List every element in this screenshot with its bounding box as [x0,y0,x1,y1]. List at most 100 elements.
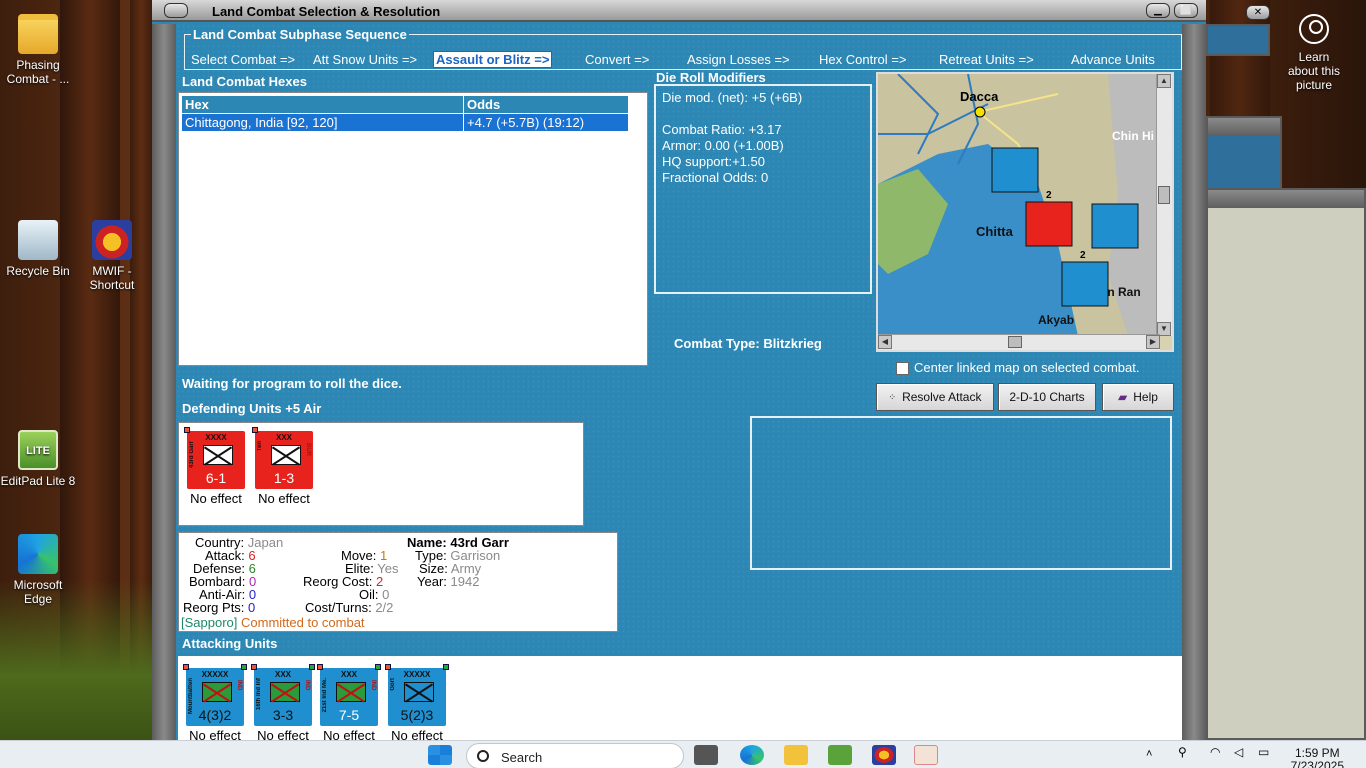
taskbar-search[interactable]: Search [466,743,684,768]
column-header-odds[interactable]: Odds [463,95,629,114]
hexes-table-box: Hex Odds Chittagong, India [92, 120] +4.… [178,92,648,366]
map-label-akyab: Akyab [1038,313,1074,327]
desktop-icon-label: MWIF - Shortcut [89,264,135,292]
unit-name: 43rd Garr [189,441,195,469]
battery-icon[interactable]: ▭ [1258,745,1276,765]
taskbar-clock[interactable]: 1:59 PM 7/23/2025 [1291,747,1344,768]
wifi-icon[interactable]: ◠ [1210,745,1228,765]
vertical-scroll-thumb[interactable] [1158,186,1170,204]
learn-about-picture[interactable]: Learn about this picture [1282,14,1346,92]
system-menu-button[interactable] [164,3,188,18]
column-header-hex[interactable]: Hex [181,95,464,114]
scroll-right-arrow-icon[interactable]: ▶ [1146,335,1160,349]
unit-value: 5(2)3 [400,707,434,723]
stack-count: 2 [1080,250,1086,261]
map-counter-attacker[interactable] [1091,203,1139,249]
attacking-unit-counter[interactable]: XXX 16th Ind Inf IND 3-3 [251,664,315,726]
scroll-up-arrow-icon[interactable]: ▲ [1157,74,1171,88]
close-button[interactable]: ✕ [1246,5,1270,20]
desktop-icon-editpad[interactable]: LITE EditPad Lite 8 [0,430,76,488]
unit-name: Gort [390,678,396,691]
unit-value: 3-3 [272,707,294,723]
chevron-up-icon[interactable]: ˄ [1146,745,1162,765]
maximize-button[interactable]: ⬜ [1174,3,1198,18]
resolve-attack-label: Resolve Attack [902,390,982,404]
defending-units-box: XXXX 43rd Garr 6-1 No effect XXX Ten BUR… [178,422,584,526]
volume-icon[interactable]: ◁ [1234,745,1252,765]
attacking-unit-counter[interactable]: XXXXX Mountbatten IND 4(3)2 [183,664,247,726]
attacking-title: Attacking Units [182,636,278,651]
attacking-unit-counter[interactable]: XXXXX Gort 5(2)3 [385,664,449,726]
edge-icon[interactable] [740,745,764,765]
background-window-titlebar[interactable] [1208,118,1280,136]
resolve-attack-button[interactable]: ⁘ Resolve Attack [876,383,994,411]
help-button[interactable]: ▰ Help [1102,383,1174,411]
hex-cell[interactable]: Chittagong, India [92, 120] [181,113,464,132]
file-explorer-icon[interactable] [784,745,808,765]
unit-size: XXXXX [201,670,229,679]
unit-effect: No effect [189,728,241,740]
info-year: Year: 1942 [417,575,479,588]
unit-nationality: IND [304,680,310,691]
network-icon[interactable]: ⚲ [1178,745,1196,765]
desktop-icon-label: Microsoft Edge [13,578,63,606]
table-row[interactable]: Chittagong, India [92, 120] +4.7 (+5.7B)… [181,113,629,132]
taskbar: Search ˄ ⚲ ◠ ◁ ▭ 1:59 PM 7/23/2025 [0,740,1366,768]
unit-effect: No effect [258,491,310,506]
editpad-icon-badge: LITE [26,445,50,457]
city-marker[interactable] [974,106,986,118]
sequence-step-assault-blitz: Assault or Blitz => [433,51,553,68]
mwif-icon[interactable] [872,745,896,765]
unit-value: 7-5 [338,707,360,723]
close-icon: ✕ [1253,7,1263,18]
map-counter-attacker[interactable] [1061,261,1109,307]
window-titlebar[interactable]: Land Combat Selection & Resolution ▁ ⬜ [152,0,1206,22]
snipping-tool-icon[interactable] [914,745,938,765]
map-vertical-scrollbar[interactable]: ▲ ▼ [1156,74,1172,336]
stack-count: 2 [1046,190,1052,201]
charts-button[interactable]: 2-D-10 Charts [998,383,1096,411]
info-cost-turns: Cost/Turns: 2/2 [305,601,393,614]
start-windows-icon[interactable] [428,745,452,765]
scroll-left-arrow-icon[interactable]: ◀ [878,335,892,349]
search-icon [477,750,489,762]
modifiers-title: Die Roll Modifiers [656,70,766,85]
desktop-icon-phasing-combat[interactable]: Phasing Combat - ... [0,14,76,86]
modifier-spacer [662,106,864,122]
map-counter-attacker[interactable] [991,147,1039,193]
modifier-line: Armor: 0.00 (+1.00B) [662,138,784,153]
background-window[interactable] [1206,24,1270,56]
horizontal-scroll-thumb[interactable] [1008,336,1022,348]
odds-cell[interactable]: +4.7 (+5.7B) (19:12) [463,113,629,132]
sequence-step-hex-control: Hex Control => [819,52,907,67]
editpad-icon: LITE [18,430,58,470]
center-linked-checkbox[interactable] [896,362,909,375]
defending-unit-counter[interactable]: XXX Ten BUR 1-3 [252,427,313,489]
unit-effect: No effect [391,728,443,740]
unit-value: 4(3)2 [198,707,232,723]
editpad-icon[interactable] [828,745,852,765]
desktop-icon-edge[interactable]: Microsoft Edge [0,534,76,606]
subphase-sequence-title: Land Combat Subphase Sequence [191,27,409,42]
hexes-title: Land Combat Hexes [182,74,307,89]
desktop-icon-recycle-bin[interactable]: Recycle Bin [0,220,76,278]
unit-effect: No effect [323,728,375,740]
map-canvas[interactable]: Dacca Chin Hi Chitta kan Ran Akyab 2 2 [878,74,1160,336]
sequence-step-advance: Advance Units [1071,52,1155,67]
window-frame-right [1182,24,1206,740]
background-window-titlebar[interactable] [1208,190,1364,208]
map-horizontal-scrollbar[interactable]: ◀ ▶ [878,334,1160,350]
defending-unit-counter[interactable]: XXXX 43rd Garr 6-1 [184,427,245,489]
recycle-bin-icon [18,220,58,260]
attacking-unit-counter[interactable]: XXX 21st Ind Me. IND 7-5 [317,664,381,726]
folder-icon [18,14,58,54]
map-counter-defender[interactable] [1025,201,1073,247]
background-map-window[interactable] [1206,188,1366,740]
minimize-button[interactable]: ▁ [1146,3,1170,18]
sequence-step-att-snow: Att Snow Units => [313,52,418,67]
task-view-icon[interactable] [694,745,718,765]
linked-map[interactable]: Dacca Chin Hi Chitta kan Ran Akyab 2 2 ▲… [876,72,1174,352]
desktop-icon-mwif[interactable]: MWIF - Shortcut [74,220,150,292]
window-title: Land Combat Selection & Resolution [212,4,441,19]
map-label-chin-hills: Chin Hi [1112,129,1154,143]
